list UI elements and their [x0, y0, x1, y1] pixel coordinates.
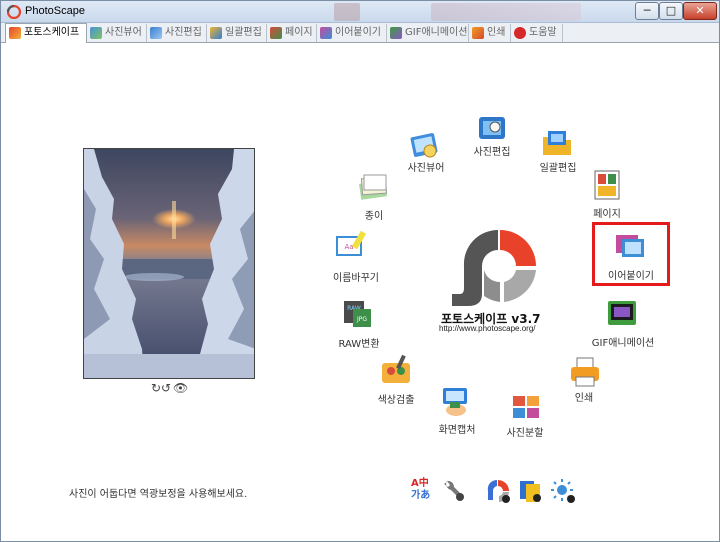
maximize-button[interactable]: □ — [659, 2, 683, 20]
brightness-sun-icon[interactable] — [550, 478, 576, 504]
svg-text:JPG: JPG — [356, 316, 367, 323]
tab-combine[interactable]: 이어붙이기 — [317, 24, 387, 42]
tab-photoscape[interactable]: 포토스케이프 — [5, 23, 87, 43]
print-icon — [472, 27, 484, 39]
tab-page[interactable]: 페이지 — [267, 24, 317, 42]
menu-label-page[interactable]: 페이지 — [593, 205, 621, 220]
tab-bar: 포토스케이프 사진뷰어 사진편집 일괄편집 페이지 이어붙이기 GIF애니메이션 — [1, 23, 719, 43]
combine-highlight-box — [592, 222, 670, 286]
tab-label: 포토스케이프 — [24, 27, 80, 38]
screen-capture-icon[interactable] — [438, 384, 472, 418]
menu-label-paper[interactable]: 종이 — [365, 207, 383, 222]
view-button[interactable]: 👁 — [173, 381, 188, 395]
paper-icon[interactable] — [356, 170, 390, 204]
menu-label-raw-converter[interactable]: RAW변환 — [338, 335, 379, 350]
page-icon[interactable] — [590, 168, 624, 202]
menu-label-batch[interactable]: 일괄편집 — [540, 159, 577, 174]
photo-frame-icon[interactable] — [517, 478, 543, 504]
photoscape-icon — [7, 5, 21, 19]
rotate-button[interactable]: ↻↺ — [151, 381, 171, 395]
tab-viewer[interactable]: 사진뷰어 — [87, 24, 147, 42]
rename-icon[interactable]: Aa — [334, 229, 368, 263]
editor-icon[interactable] — [475, 111, 509, 145]
gif-icon[interactable] — [605, 297, 639, 331]
tab-label: 일괄편집 — [225, 27, 262, 38]
tab-label: 인쇄 — [487, 27, 506, 38]
batch-icon — [210, 27, 222, 39]
minimize-button[interactable]: ─ — [635, 2, 659, 20]
settings-wrench-icon[interactable] — [441, 478, 467, 504]
menu-label-color-picker[interactable]: 색상검출 — [378, 391, 415, 406]
color-picker-icon[interactable] — [379, 353, 413, 387]
preview-photo — [83, 148, 255, 379]
background-app-title — [431, 3, 581, 21]
language-icon[interactable]: A中 가あ — [411, 478, 437, 504]
print-icon[interactable] — [568, 355, 602, 389]
tab-help[interactable]: 도움말 — [511, 24, 563, 42]
photoscape-window: PhotoScape ─ □ ✕ 포토스케이프 사진뷰어 사진편집 일괄편집 페… — [0, 0, 720, 542]
tab-editor[interactable]: 사진편집 — [147, 24, 207, 42]
tab-batch[interactable]: 일괄편집 — [207, 24, 267, 42]
tab-label: 사진뷰어 — [105, 27, 142, 38]
menu-label-gif[interactable]: GIF애니메이션 — [592, 334, 654, 349]
help-icon — [514, 27, 526, 39]
tab-label: 도움말 — [529, 27, 557, 38]
window-title: PhotoScape — [25, 5, 85, 17]
photoscape-update-icon[interactable] — [485, 478, 511, 504]
raw-converter-icon[interactable]: RAW JPG — [341, 297, 375, 331]
menu-label-print[interactable]: 인쇄 — [575, 389, 593, 404]
editor-icon — [150, 27, 162, 39]
menu-label-viewer[interactable]: 사진뷰어 — [408, 159, 445, 174]
batch-icon[interactable] — [540, 127, 574, 161]
splitter-icon[interactable] — [509, 390, 543, 424]
status-tip: 사진이 어둡다면 역광보정을 사용해보세요. — [69, 489, 248, 500]
close-button[interactable]: ✕ — [683, 2, 717, 20]
tab-label: GIF애니메이션 — [405, 27, 468, 38]
tab-label: 사진편집 — [165, 27, 202, 38]
winter-sunset-image — [84, 149, 254, 378]
viewer-icon — [90, 27, 102, 39]
menu-label-editor[interactable]: 사진편집 — [474, 143, 511, 158]
photoscape-icon — [9, 27, 21, 39]
page-icon — [270, 27, 282, 39]
tab-print[interactable]: 인쇄 — [469, 24, 511, 42]
tab-label: 페이지 — [285, 27, 313, 38]
combine-icon — [320, 27, 332, 39]
title-bar: PhotoScape ─ □ ✕ — [1, 1, 719, 23]
menu-label-splitter[interactable]: 사진분할 — [507, 424, 544, 439]
language-label-bottom: 가あ — [411, 490, 431, 501]
tab-gif[interactable]: GIF애니메이션 — [387, 24, 469, 42]
menu-label-screen-capture[interactable]: 화면캡처 — [439, 421, 476, 436]
language-label-top: A中 — [411, 478, 429, 489]
tab-label: 이어붙이기 — [335, 27, 381, 38]
svg-text:Aa: Aa — [344, 243, 353, 251]
gif-icon — [390, 27, 402, 39]
background-app-thumbnail — [334, 3, 360, 21]
viewer-icon[interactable] — [408, 127, 442, 161]
photoscape-logo — [452, 229, 536, 306]
logo-url[interactable]: http://www.photoscape.org/ — [439, 324, 536, 333]
menu-label-rename[interactable]: 이름바꾸기 — [333, 269, 379, 284]
